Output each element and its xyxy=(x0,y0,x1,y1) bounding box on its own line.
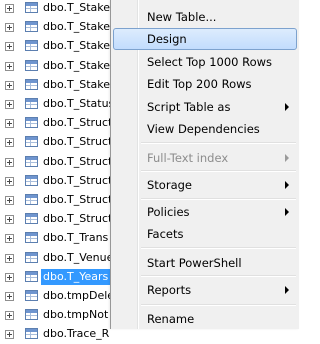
tree-node-label[interactable]: dbo.T_Struct xyxy=(41,134,114,150)
menu-item-label: View Dependencies xyxy=(147,122,260,136)
plus-expander-icon[interactable] xyxy=(5,23,14,33)
menu-item-rename[interactable]: Rename xyxy=(113,308,297,330)
tree-node-label[interactable]: dbo.tmpNot xyxy=(41,307,110,323)
menu-item-label: Design xyxy=(147,32,187,46)
tree-node-label[interactable]: dbo.T_Struct xyxy=(41,211,114,227)
table-icon xyxy=(25,59,38,71)
plus-expander-icon[interactable] xyxy=(5,176,14,186)
tree-node-label[interactable]: dbo.T_Struct xyxy=(41,154,114,170)
menu-item-label: Full-Text index xyxy=(147,151,229,165)
menu-item-storage[interactable]: Storage xyxy=(113,174,297,196)
submenu-arrow-icon xyxy=(285,154,289,162)
menu-item-design[interactable]: Design xyxy=(113,28,297,50)
plus-expander-icon[interactable] xyxy=(5,61,14,71)
tree-node-label[interactable]: dbo.T_Venue xyxy=(41,250,115,266)
menu-item-label: Script Table as xyxy=(147,100,231,114)
menu-item-reports[interactable]: Reports xyxy=(113,279,297,301)
plus-expander-icon[interactable] xyxy=(5,157,14,167)
plus-expander-icon[interactable] xyxy=(5,119,14,129)
menu-item-select-top-1000-rows[interactable]: Select Top 1000 Rows xyxy=(113,51,297,73)
plus-expander-icon[interactable] xyxy=(5,292,14,301)
menu-item-facets[interactable]: Facets xyxy=(113,223,297,245)
menu-item-edit-top-200-rows[interactable]: Edit Top 200 Rows xyxy=(113,73,297,95)
plus-expander-icon[interactable] xyxy=(5,272,14,282)
menu-item-label: Select Top 1000 Rows xyxy=(147,55,273,69)
tree-node-label[interactable]: dbo.T_Stakel xyxy=(41,77,115,93)
plus-expander-icon[interactable] xyxy=(5,42,14,52)
tree-node-label[interactable]: dbo.T_Stakel xyxy=(41,19,115,35)
plus-expander-icon[interactable] xyxy=(5,100,14,109)
submenu-arrow-icon xyxy=(285,181,289,189)
tree-node-label[interactable]: dbo.T_Struct xyxy=(41,115,114,131)
plus-expander-icon[interactable] xyxy=(5,196,14,205)
table-icon xyxy=(25,174,38,186)
table-icon xyxy=(25,290,38,301)
tree-node-label[interactable]: dbo.T_Status xyxy=(41,96,116,112)
table-icon xyxy=(25,213,38,225)
menu-separator xyxy=(141,275,296,277)
table-icon xyxy=(25,194,38,205)
table-icon xyxy=(25,251,38,263)
menu-item-label: Rename xyxy=(147,312,195,326)
menu-item-label: Reports xyxy=(147,283,192,297)
tree-node-label[interactable]: dbo.T_Stakel xyxy=(41,38,115,54)
tree-node-label[interactable]: dbo.T_Stakel xyxy=(41,58,115,74)
table-icon xyxy=(25,98,38,109)
tree-node-label[interactable]: dbo.T_Struct xyxy=(41,173,114,189)
plus-expander-icon[interactable] xyxy=(5,215,14,225)
submenu-arrow-icon xyxy=(285,286,289,294)
plus-expander-icon[interactable] xyxy=(5,138,14,148)
submenu-arrow-icon xyxy=(285,208,289,216)
plus-expander-icon[interactable] xyxy=(5,253,14,263)
menu-item-new-table[interactable]: New Table... xyxy=(113,6,297,28)
menu-item-full-text-index: Full-Text index xyxy=(113,147,297,169)
menu-item-start-powershell[interactable]: Start PowerShell xyxy=(113,252,297,274)
tree-node-label[interactable]: dbo.T_Trans xyxy=(41,230,110,246)
menu-separator xyxy=(141,247,296,249)
table-icon xyxy=(25,117,38,129)
table-icon xyxy=(25,78,38,90)
menu-item-policies[interactable]: Policies xyxy=(113,201,297,223)
table-icon xyxy=(25,136,38,148)
table-icon xyxy=(25,40,38,52)
tree-node-label[interactable]: dbo.T_Stakel xyxy=(41,0,115,16)
submenu-arrow-icon xyxy=(285,103,289,111)
tree-node-label[interactable]: dbo.tmpDele xyxy=(41,288,116,304)
table-icon xyxy=(25,328,38,340)
menu-item-label: Edit Top 200 Rows xyxy=(147,77,252,91)
plus-expander-icon[interactable] xyxy=(5,80,14,90)
menu-item-view-dependencies[interactable]: View Dependencies xyxy=(113,118,297,140)
menu-separator xyxy=(141,198,296,200)
menu-item-script-table-as[interactable]: Script Table as xyxy=(113,96,297,118)
plus-expander-icon[interactable] xyxy=(5,330,14,340)
menu-separator xyxy=(141,304,296,306)
table-icon xyxy=(25,21,38,33)
context-menu: New Table... Design Select Top 1000 Rows Ed… xyxy=(110,0,299,329)
table-icon xyxy=(25,155,38,167)
menu-item-label: Facets xyxy=(147,227,184,241)
tree-node-label[interactable]: dbo.T_Struct xyxy=(41,192,114,208)
tree-node-label[interactable]: dbo.T_Years xyxy=(41,268,111,285)
table-icon xyxy=(25,270,38,282)
plus-expander-icon[interactable] xyxy=(5,4,14,13)
menu-item-label: New Table... xyxy=(147,10,217,24)
plus-expander-icon[interactable] xyxy=(5,311,14,321)
menu-separator xyxy=(141,142,296,144)
table-icon xyxy=(25,2,38,13)
menu-separator xyxy=(141,170,296,172)
table-icon xyxy=(25,232,38,244)
plus-expander-icon[interactable] xyxy=(5,234,14,244)
menu-item-label: Start PowerShell xyxy=(147,256,242,270)
menu-item-label: Storage xyxy=(147,178,192,192)
menu-item-label: Policies xyxy=(147,205,190,219)
table-icon xyxy=(25,309,38,321)
